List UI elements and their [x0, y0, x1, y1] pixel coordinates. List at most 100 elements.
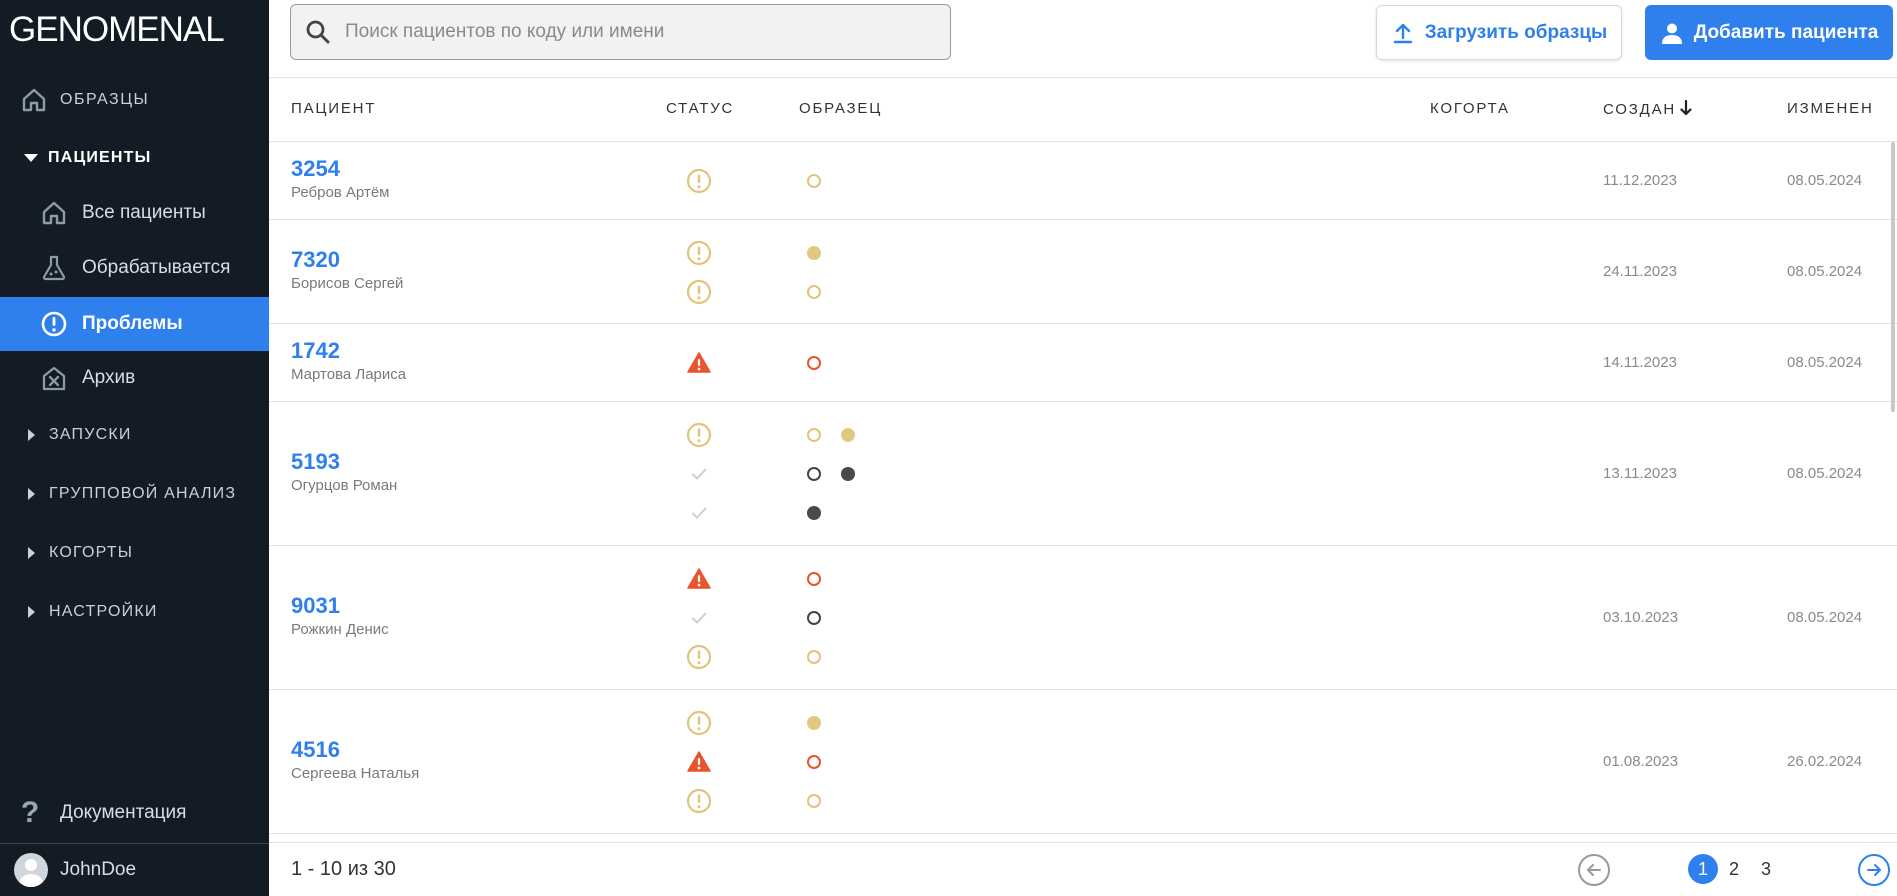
sample-dot-done[interactable] [807, 467, 821, 481]
column-header-modified[interactable]: ИЗМЕНЕН [1787, 100, 1874, 117]
table-row[interactable]: 1742 Мартова Лариса 14.11.2023 08.05.2024 [269, 324, 1897, 402]
sample-dot-done-filled[interactable] [807, 506, 821, 520]
sample-dot-pending-filled[interactable] [807, 716, 821, 730]
sidebar-item-problems[interactable]: Проблемы [0, 297, 269, 351]
column-header-cohort[interactable]: КОГОРТА [1430, 100, 1510, 117]
column-header-created-label: СОЗДАН [1603, 101, 1677, 118]
username: JohnDoe [60, 859, 137, 880]
sample-dot-pending-filled[interactable] [841, 428, 855, 442]
sample-dot-pending-filled[interactable] [807, 245, 821, 260]
sidebar-group-cohorts[interactable]: КОГОРТЫ [0, 533, 269, 573]
sidebar-item-label: Проблемы [82, 313, 183, 334]
patient-id-link[interactable]: 1742 [291, 338, 340, 364]
column-header-created[interactable]: СОЗДАН [1603, 99, 1692, 118]
created-date: 14.11.2023 [1603, 354, 1677, 371]
patient-id-link[interactable]: 7320 [291, 247, 340, 273]
patient-id-link[interactable]: 9031 [291, 593, 340, 619]
created-date: 24.11.2023 [1603, 263, 1677, 280]
search-input[interactable] [345, 21, 905, 43]
status-cell [686, 461, 712, 487]
column-header-status[interactable]: СТАТУС [666, 100, 734, 117]
divider [269, 842, 1897, 843]
home-icon [22, 88, 46, 112]
status-cell [686, 644, 712, 670]
sidebar-group-runs[interactable]: ЗАПУСКИ [0, 415, 269, 455]
sort-arrow-down-icon [1680, 99, 1692, 116]
status-done-icon [692, 468, 707, 480]
sample-dot-error[interactable] [807, 755, 821, 769]
upload-icon [1393, 23, 1412, 43]
sample-dot-pending[interactable] [807, 284, 821, 299]
sidebar-item-all-patients[interactable]: Все пациенты [0, 186, 269, 240]
status-warning-icon [686, 279, 712, 304]
sidebar-group-label: ЗАПУСКИ [49, 426, 132, 443]
page-1-button[interactable]: 1 [1688, 854, 1718, 884]
patient-name: Сергеева Наталья [291, 765, 420, 782]
sample-dot-pending[interactable] [807, 650, 821, 664]
caret-right-icon [28, 488, 35, 500]
sidebar-item-archive[interactable]: Архив [0, 351, 269, 405]
status-error-icon [687, 568, 711, 589]
sidebar-group-label: НАСТРОЙКИ [49, 603, 158, 620]
status-cell [686, 500, 712, 526]
table-row[interactable]: 5193 Огурцов Роман 13.11.2023 08.05.2024 [269, 402, 1897, 546]
sidebar-group-group-analysis[interactable]: ГРУППОВОЙ АНАЛИЗ [0, 474, 269, 514]
patient-name: Борисов Сергей [291, 275, 404, 292]
sample-dot-error[interactable] [807, 572, 821, 586]
upload-samples-label: Загрузить образцы [1424, 21, 1608, 43]
divider [269, 77, 1897, 78]
status-warning-icon [686, 168, 712, 194]
sidebar-item-processing[interactable]: Обрабатывается [0, 241, 269, 295]
status-cell [686, 350, 712, 376]
status-cell [686, 710, 712, 736]
column-header-sample[interactable]: ОБРАЗЕЦ [799, 100, 882, 117]
sample-dot-error[interactable] [807, 356, 821, 370]
table-row[interactable]: 4516 Сергеева Наталья 01.08.2023 26.02.2024 [269, 690, 1897, 834]
status-warning-icon [686, 240, 712, 265]
caret-right-icon [28, 606, 35, 618]
sidebar-group-label: ПАЦИЕНТЫ [48, 149, 152, 166]
status-cell [686, 605, 712, 631]
user-icon [1661, 23, 1682, 44]
sidebar-group-settings[interactable]: НАСТРОЙКИ [0, 592, 269, 632]
sidebar-group-patients[interactable]: ПАЦИЕНТЫ [0, 138, 269, 178]
app-logo: GENOMENAL [9, 10, 225, 49]
sidebar-item-label: Архив [82, 367, 136, 388]
status-cell [686, 279, 712, 305]
documentation-link[interactable]: ? Документация [18, 796, 187, 830]
sidebar-item-label: Все пациенты [82, 202, 206, 223]
table-row[interactable]: 9031 Рожкин Денис 03.10.2023 08.05.2024 [269, 546, 1897, 690]
add-patient-label: Добавить пациента [1693, 21, 1879, 43]
next-page-button[interactable] [1858, 854, 1890, 886]
sample-dot-pending[interactable] [807, 174, 821, 188]
created-date: 01.08.2023 [1603, 753, 1679, 770]
prev-page-button[interactable] [1578, 854, 1610, 886]
modified-date: 08.05.2024 [1787, 172, 1863, 189]
patient-id-link[interactable]: 5193 [291, 449, 340, 475]
modified-date: 08.05.2024 [1787, 609, 1863, 626]
sidebar-item-label: Обрабатывается [82, 257, 231, 278]
page-2-button[interactable]: 2 [1719, 854, 1749, 884]
patient-id-link[interactable]: 4516 [291, 737, 340, 763]
upload-samples-button[interactable]: Загрузить образцы [1376, 5, 1622, 60]
user-menu[interactable]: JohnDoe [0, 843, 269, 896]
page-3-button[interactable]: 3 [1751, 854, 1781, 884]
table-row[interactable]: 7320 Борисов Сергей 24.11.2023 08.05.2024 [269, 220, 1897, 324]
patient-name: Мартова Лариса [291, 366, 407, 383]
arrow-left-icon [1587, 864, 1601, 876]
caret-down-icon [24, 154, 38, 162]
sample-dot-done-filled[interactable] [841, 467, 855, 481]
sidebar-item-samples[interactable]: ОБРАЗЦЫ [0, 78, 269, 122]
modified-date: 26.02.2024 [1787, 753, 1863, 770]
scrollbar[interactable] [1891, 142, 1895, 412]
add-patient-button[interactable]: Добавить пациента [1645, 5, 1893, 60]
created-date: 11.12.2023 [1603, 172, 1677, 189]
sample-dot-pending[interactable] [807, 428, 821, 442]
patient-id-link[interactable]: 3254 [291, 156, 340, 182]
patient-name: Ребров Артём [291, 184, 390, 201]
status-warning-icon [686, 710, 712, 736]
sample-dot-done[interactable] [807, 611, 821, 625]
table-row[interactable]: 3254 Ребров Артём 11.12.2023 08.05.2024 [269, 142, 1897, 220]
column-header-patient[interactable]: ПАЦИЕНТ [291, 100, 376, 117]
sample-dot-pending[interactable] [807, 794, 821, 808]
